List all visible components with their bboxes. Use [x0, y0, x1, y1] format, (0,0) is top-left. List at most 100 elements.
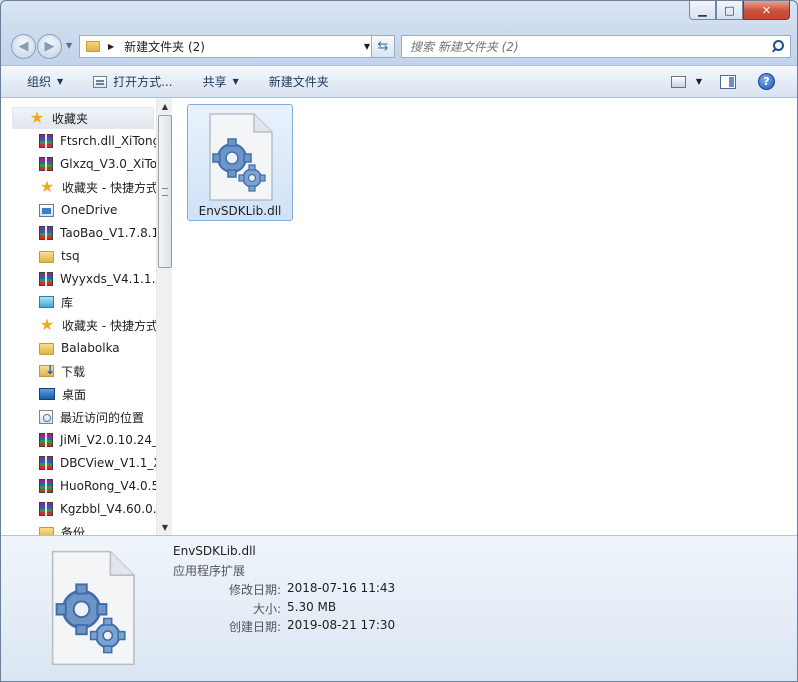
view-dropdown-icon[interactable]: ▼	[696, 77, 702, 86]
minimize-button[interactable]: ▁	[689, 1, 716, 20]
sidebar-item-glxzq[interactable]: Glxzq_V3.0_XiTo	[1, 153, 156, 175]
refresh-icon: ⇆	[377, 39, 389, 54]
organize-label: 组织	[27, 75, 52, 89]
search-box[interactable]	[401, 35, 791, 58]
change-view-icon[interactable]	[670, 75, 686, 88]
sidebar-item-label: 收藏夹	[52, 111, 89, 126]
address-bar[interactable]: ▶ 新建文件夹 (2) ▼	[79, 35, 375, 58]
star-icon: ★	[39, 315, 55, 334]
sidebar-item-balabolka[interactable]: Balabolka	[1, 337, 120, 359]
dll-file-large-icon	[51, 550, 135, 666]
details-pane: EnvSDKLib.dll 应用程序扩展 修改日期: 2018-07-16 11…	[1, 535, 797, 681]
star-icon: ★	[29, 108, 45, 127]
forward-arrow-icon: ▶	[44, 39, 55, 54]
sidebar-item-favorites-shortcut-2[interactable]: ★ 收藏夹 - 快捷方式	[1, 314, 156, 336]
download-folder-icon	[39, 363, 55, 377]
recent-places-icon	[39, 410, 53, 424]
details-size-row: 大小: 5.30 MB	[173, 600, 473, 617]
preview-pane-icon[interactable]	[720, 74, 736, 89]
chevron-down-icon: ▼	[232, 77, 239, 86]
search-icon[interactable]	[768, 37, 788, 57]
details-created-row: 创建日期: 2019-08-21 17:30	[173, 618, 473, 635]
winrar-icon	[39, 433, 53, 448]
breadcrumb-chevron-icon[interactable]: ▶	[108, 42, 114, 51]
sidebar-item-label: Glxzq_V3.0_XiTo	[60, 157, 156, 171]
onedrive-icon	[39, 203, 54, 217]
sidebar-item-label: 桌面	[62, 387, 87, 402]
file-item[interactable]: EnvSDKLib.dll	[187, 104, 293, 221]
sidebar-item-label: 备份	[61, 525, 86, 536]
sidebar-item-downloads[interactable]: 下载	[1, 360, 85, 382]
toolbar-right: ▼ ?	[670, 66, 797, 97]
desktop-icon	[39, 388, 55, 400]
sidebar-item-library[interactable]: 库	[1, 291, 73, 313]
sidebar-item-favorites-shortcut[interactable]: ★ 收藏夹 - 快捷方式	[1, 176, 156, 198]
sidebar-item-label: Balabolka	[61, 341, 120, 355]
open-with-button[interactable]: 打开方式...	[75, 66, 184, 97]
sidebar-item-jimi[interactable]: JiMi_V2.0.10.24_	[1, 429, 156, 451]
sidebar-item-label: 最近访问的位置	[60, 410, 145, 425]
refresh-button[interactable]: ⇆	[371, 35, 395, 58]
scroll-thumb[interactable]	[158, 115, 172, 268]
explorer-window: ▁ □ ✕ ◀ ▶ ▼ ▶ 新建文件夹 (2) ▼ ⇆ 组织 ▼ 打开方式...…	[0, 0, 798, 682]
open-with-icon	[93, 75, 108, 88]
sidebar-item-ftsrch[interactable]: Ftsrch.dll_XiTong	[1, 130, 156, 152]
share-label: 共享	[202, 75, 227, 89]
sidebar-item-kgzbbl[interactable]: Kgzbbl_V4.60.0.5	[1, 498, 156, 520]
recent-pages-dropdown[interactable]: ▼	[66, 41, 72, 50]
size-label: 大小:	[252, 602, 281, 616]
help-icon[interactable]: ?	[758, 73, 775, 90]
sidebar-item-backup[interactable]: 备份	[1, 521, 85, 535]
back-button[interactable]: ◀	[11, 34, 36, 59]
sidebar-item-tsq[interactable]: tsq	[1, 245, 80, 267]
navigation-pane: ★ 收藏夹 Ftsrch.dll_XiTong Glxzq_V3.0_XiTo …	[1, 98, 156, 535]
folder-icon	[86, 41, 100, 52]
organize-menu[interactable]: 组织 ▼	[1, 66, 75, 97]
sidebar-item-onedrive[interactable]: OneDrive	[1, 199, 117, 221]
sidebar-item-label: 库	[61, 295, 74, 310]
file-list: EnvSDKLib.dll	[173, 98, 797, 535]
winrar-icon	[39, 272, 53, 287]
created-label: 创建日期:	[228, 620, 281, 634]
sidebar-item-huorong[interactable]: HuoRong_V4.0.5	[1, 475, 156, 497]
navigation-bar: ◀ ▶ ▼ ▶ 新建文件夹 (2) ▼ ⇆	[9, 31, 791, 61]
forward-button[interactable]: ▶	[37, 34, 62, 59]
sidebar-item-desktop[interactable]: 桌面	[1, 383, 86, 405]
sidebar-item-label: 收藏夹 - 快捷方式	[62, 318, 156, 333]
sidebar-item-label: 收藏夹 - 快捷方式	[62, 180, 156, 195]
back-arrow-icon: ◀	[18, 39, 29, 54]
sidebar-item-label: Ftsrch.dll_XiTong	[60, 134, 156, 148]
folder-icon	[39, 251, 54, 263]
search-input[interactable]	[410, 37, 768, 56]
sidebar-item-dbcview[interactable]: DBCView_V1.1_X	[1, 452, 156, 474]
created-value[interactable]: 2019-08-21 17:30	[287, 618, 395, 635]
sidebar-item-label: Wyyxds_V4.1.1.1	[60, 272, 156, 286]
dll-file-icon	[209, 113, 273, 201]
share-menu[interactable]: 共享 ▼	[185, 66, 251, 97]
command-bar: 组织 ▼ 打开方式... 共享 ▼ 新建文件夹 ▼ ?	[1, 65, 797, 98]
library-icon	[39, 296, 54, 308]
new-folder-label: 新建文件夹	[268, 75, 329, 89]
winrar-icon	[39, 134, 53, 149]
sidebar-item-wyyxds[interactable]: Wyyxds_V4.1.1.1	[1, 268, 156, 290]
winrar-icon	[39, 456, 53, 471]
folder-icon	[39, 527, 54, 535]
maximize-button[interactable]: □	[716, 1, 743, 20]
sidebar-item-label: TaoBao_V1.7.8.1	[60, 226, 156, 240]
scroll-up-icon[interactable]: ▲	[157, 98, 173, 114]
breadcrumb-current[interactable]: 新建文件夹 (2)	[124, 38, 205, 55]
modified-value[interactable]: 2018-07-16 11:43	[287, 581, 395, 598]
size-value: 5.30 MB	[287, 600, 337, 614]
address-dropdown-icon[interactable]: ▼	[364, 42, 370, 51]
caption-buttons: ▁ □ ✕	[689, 1, 790, 20]
sidebar-item-recent-places[interactable]: 最近访问的位置	[1, 406, 144, 428]
new-folder-button[interactable]: 新建文件夹	[251, 66, 341, 97]
sidebar-item-favorites[interactable]: ★ 收藏夹	[12, 107, 154, 129]
sidebar-item-taobao[interactable]: TaoBao_V1.7.8.1	[1, 222, 156, 244]
close-button[interactable]: ✕	[743, 1, 790, 20]
nav-pane-scrollbar[interactable]: ▲ ▼	[156, 98, 172, 535]
sidebar-item-label: DBCView_V1.1_X	[60, 456, 156, 470]
sidebar-item-label: HuoRong_V4.0.5	[60, 479, 156, 493]
scroll-down-icon[interactable]: ▼	[157, 519, 173, 535]
modified-label: 修改日期:	[228, 583, 281, 597]
